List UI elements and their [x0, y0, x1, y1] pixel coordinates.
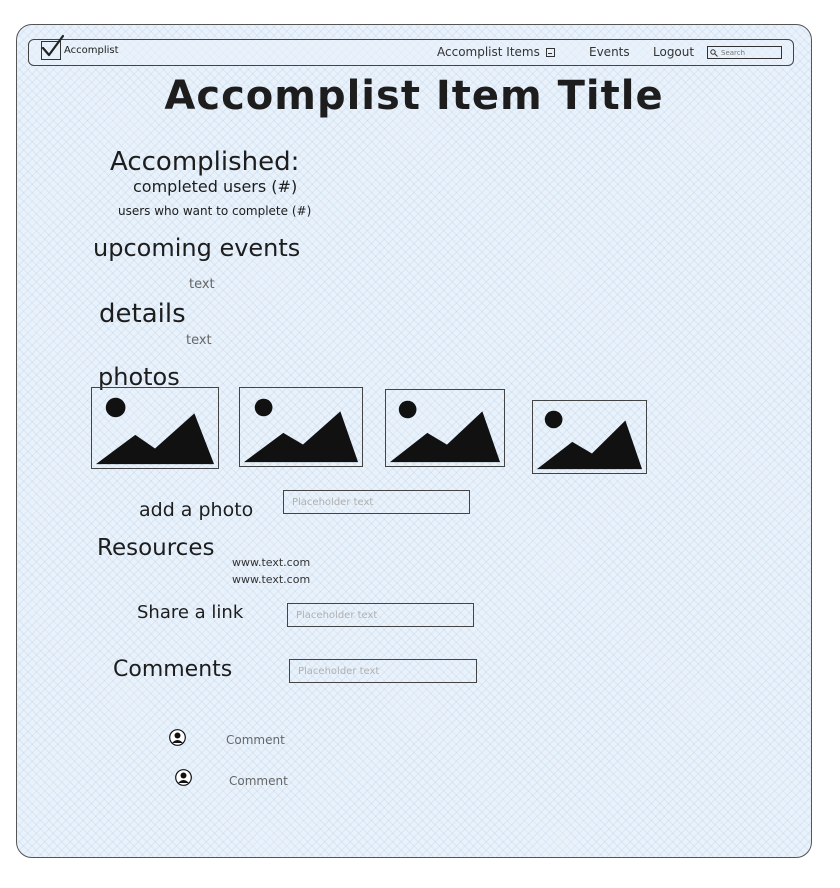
image-placeholder-icon [243, 398, 359, 463]
search-icon [710, 48, 718, 57]
completed-users-count: completed users (#) [133, 177, 298, 196]
share-link-input[interactable] [287, 603, 474, 627]
page-title: Accomplist Item Title [164, 73, 664, 119]
comments-heading: Comments [113, 657, 233, 682]
resource-link[interactable]: www.text.com [232, 556, 310, 569]
share-link-label: Share a link [137, 602, 244, 623]
photo-thumbnail[interactable] [91, 387, 219, 469]
photo-thumbnail[interactable] [385, 389, 505, 467]
search-box[interactable] [707, 46, 782, 59]
search-input[interactable] [718, 48, 777, 57]
image-placeholder-icon [389, 400, 501, 463]
add-photo-input[interactable] [283, 490, 470, 514]
user-avatar-icon [169, 729, 186, 746]
details-text: text [186, 333, 212, 348]
photo-thumbnail[interactable] [532, 400, 647, 474]
upcoming-events-text: text [189, 277, 215, 292]
comment-text: Comment [229, 774, 288, 788]
comment-input[interactable] [289, 659, 477, 683]
add-photo-label: add a photo [139, 499, 254, 521]
image-placeholder-icon [95, 397, 215, 465]
logo[interactable]: Accomplist [41, 34, 119, 60]
browser-frame: Accomplist Accomplist Items Events Logou… [16, 24, 812, 858]
user-avatar-icon [175, 769, 192, 786]
nav-logout[interactable]: Logout [653, 45, 694, 59]
chevron-down-icon[interactable] [546, 48, 555, 57]
image-placeholder-icon [536, 410, 643, 470]
checkmark-logo-icon [41, 34, 65, 60]
photo-thumbnail[interactable] [239, 387, 363, 467]
upcoming-events-heading: upcoming events [93, 234, 301, 262]
nav-accomplist-items[interactable]: Accomplist Items [437, 45, 540, 59]
resources-heading: Resources [97, 535, 215, 561]
details-heading: details [99, 299, 186, 329]
nav-events[interactable]: Events [589, 45, 630, 59]
navbar: Accomplist Accomplist Items Events Logou… [28, 34, 794, 66]
accomplished-heading: Accomplished: [110, 147, 300, 177]
logo-text: Accomplist [64, 45, 119, 56]
resource-link[interactable]: www.text.com [232, 573, 310, 586]
want-to-complete-count: users who want to complete (#) [118, 204, 312, 218]
comment-text: Comment [226, 733, 285, 747]
